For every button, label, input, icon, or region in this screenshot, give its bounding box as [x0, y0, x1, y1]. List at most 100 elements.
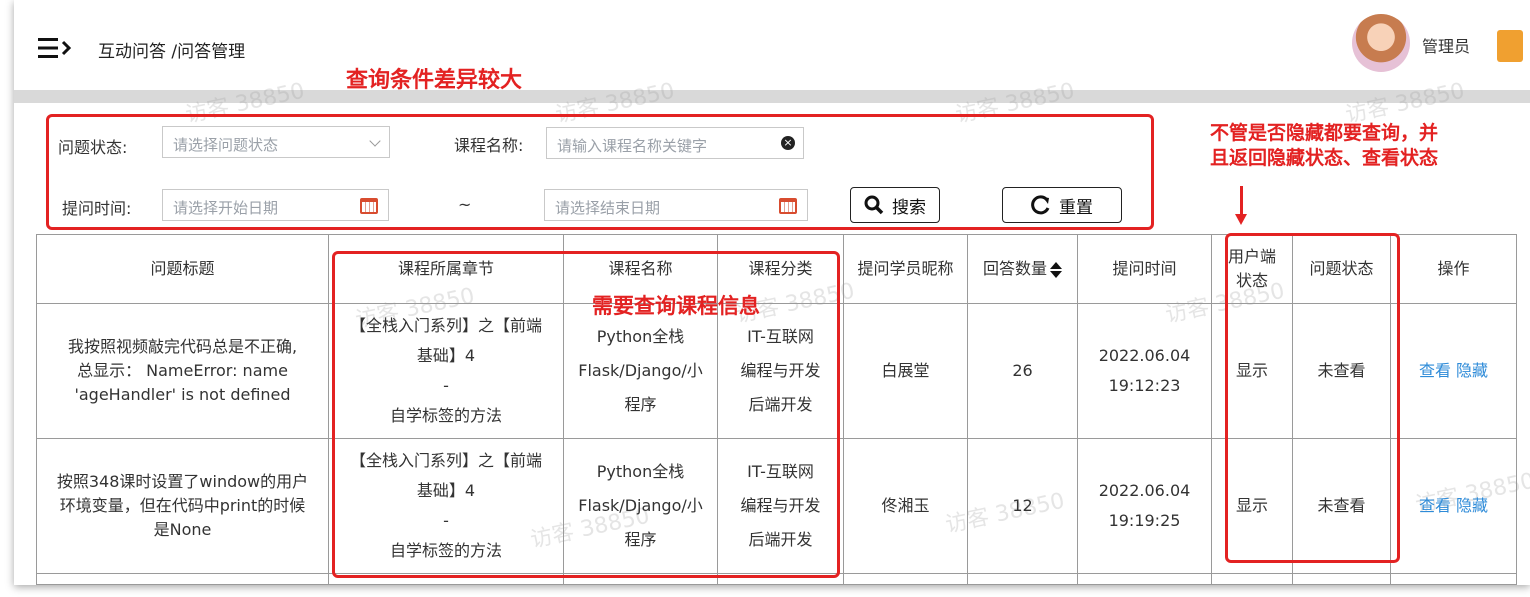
annotation-arrow [1240, 186, 1243, 216]
course-line: Python全栈 [596, 327, 685, 346]
avatar[interactable] [1352, 14, 1410, 72]
student-cell: 白展堂 [843, 303, 968, 439]
column-header-user-status: 用户端 状态 [1211, 234, 1293, 304]
view-link[interactable]: 查看 [1419, 496, 1451, 515]
category-line: 后端开发 [748, 395, 813, 414]
column-header-answers[interactable]: 回答数量 [967, 234, 1078, 304]
column-header-time: 提问时间 [1077, 234, 1212, 304]
hide-link[interactable]: 隐藏 [1456, 361, 1488, 380]
empty-cell [967, 573, 1078, 585]
question-title-line: 是None [153, 520, 212, 539]
question-title-line: 我按照视频敲完代码总是不正确, [67, 337, 298, 356]
reset-button[interactable]: 重置 [1002, 187, 1122, 223]
chapter-line: - [443, 376, 449, 395]
user-status-header-line1: 用户端 [1227, 247, 1276, 266]
question-title-line: 'ageHandler' is not defined [74, 385, 291, 404]
end-date-placeholder: 请选择结束日期 [555, 199, 661, 217]
chevron-down-icon [369, 135, 381, 147]
date-text: 2022.06.04 [1098, 481, 1191, 500]
calendar-icon[interactable] [360, 198, 378, 214]
empty-cell [1390, 573, 1517, 585]
time-text: 19:19:25 [1108, 511, 1181, 530]
chapter-cell: 【全栈入门系列】之【前端 基础】4 - 自学标签的方法 [328, 438, 564, 574]
search-button[interactable]: 搜索 [850, 187, 940, 223]
category-line: 后端开发 [748, 530, 813, 549]
app-window: 互动问答 /问答管理 管理员 访客 38850 访客 38850 访客 3885… [14, 0, 1530, 585]
search-icon [864, 195, 884, 215]
question-title-line: 环境变量，但在代码中print的时候 [59, 496, 306, 515]
course-line: Python全栈 [596, 462, 685, 481]
empty-cell [1077, 573, 1212, 585]
empty-cell [1292, 573, 1391, 585]
status-filter-label: 问题状态: [58, 138, 128, 157]
question-title-cell: 我按照视频敲完代码总是不正确, 总显示： NameError: name 'ag… [36, 303, 329, 439]
user-status-cell: 显示 [1211, 438, 1293, 574]
chapter-line: 基础】4 [416, 346, 476, 365]
annotation-arrow-head [1235, 214, 1247, 225]
time-filter-label: 提问时间: [62, 199, 132, 218]
search-button-label: 搜索 [892, 197, 926, 218]
calendar-icon[interactable] [779, 198, 797, 214]
course-filter-label: 课程名称: [454, 136, 524, 155]
view-link[interactable]: 查看 [1419, 361, 1451, 380]
column-header-question-status: 问题状态 [1292, 234, 1391, 304]
student-cell: 佟湘玉 [843, 438, 968, 574]
course-cell: Python全栈 Flask/Django/小 程序 [563, 303, 718, 439]
menu-toggle-icon[interactable] [38, 37, 74, 59]
question-table: 问题标题 课程所属章节 课程名称 课程分类 提问学员昵称 回答数量 提问时间 用… [36, 234, 1517, 585]
annotation-hidden-note-line2: 且返回隐藏状态、查看状态 [1210, 147, 1439, 169]
status-select[interactable]: 请选择问题状态 [162, 126, 390, 158]
chapter-cell: 【全栈入门系列】之【前端 基础】4 - 自学标签的方法 [328, 303, 564, 439]
user-name[interactable]: 管理员 [1422, 33, 1470, 57]
end-date-input[interactable]: 请选择结束日期 [544, 189, 808, 221]
breadcrumb: 互动问答 /问答管理 [98, 42, 246, 62]
annotation-course-note: 需要查询课程信息 [592, 293, 760, 318]
question-title-line: 总显示： NameError: name [77, 361, 288, 380]
chapter-line: 【全栈入门系列】之【前端 [349, 316, 542, 335]
table-row-partial [36, 573, 1517, 585]
refresh-icon [1031, 195, 1050, 215]
table-row: 我按照视频敲完代码总是不正确, 总显示： NameError: name 'ag… [36, 303, 1517, 439]
question-title-line: 按照348课时设置了window的用户 [56, 472, 309, 491]
table-header-row: 问题标题 课程所属章节 课程名称 课程分类 提问学员昵称 回答数量 提问时间 用… [36, 234, 1517, 304]
time-cell: 2022.06.04 19:19:25 [1077, 438, 1212, 574]
empty-cell [563, 573, 718, 585]
course-cell: Python全栈 Flask/Django/小 程序 [563, 438, 718, 574]
date-range-separator: ~ [458, 195, 472, 214]
annotation-hidden-note-line1: 不管是否隐藏都要查询，并 [1210, 122, 1439, 144]
actions-cell: 查看 隐藏 [1390, 303, 1517, 439]
answers-cell: 12 [967, 438, 1078, 574]
chapter-line: - [443, 511, 449, 530]
time-text: 19:12:23 [1108, 376, 1181, 395]
category-line: IT-互联网 [747, 462, 814, 481]
column-header-student: 提问学员昵称 [843, 234, 968, 304]
clear-icon[interactable]: × [781, 136, 795, 150]
question-status-cell: 未查看 [1292, 303, 1391, 439]
chapter-line: 自学标签的方法 [389, 406, 502, 425]
date-text: 2022.06.04 [1098, 346, 1191, 365]
column-header-chapter: 课程所属章节 [328, 234, 564, 304]
category-line: 编程与开发 [740, 496, 821, 515]
sort-icon[interactable] [1050, 261, 1062, 279]
top-header: 互动问答 /问答管理 管理员 [14, 0, 1530, 90]
answers-cell: 26 [967, 303, 1078, 439]
category-cell: IT-互联网 编程与开发 后端开发 [717, 303, 844, 439]
hide-link[interactable]: 隐藏 [1456, 496, 1488, 515]
reset-button-label: 重置 [1059, 197, 1093, 218]
course-search-input[interactable]: 请输入课程名称关键字 × [546, 127, 804, 159]
empty-cell [328, 573, 564, 585]
course-line: Flask/Django/小 [578, 361, 703, 380]
start-date-input[interactable]: 请选择开始日期 [162, 189, 389, 221]
empty-cell [843, 573, 968, 585]
course-line: 程序 [624, 530, 657, 549]
chapter-line: 自学标签的方法 [389, 541, 502, 560]
logout-icon[interactable] [1497, 30, 1523, 62]
user-status-cell: 显示 [1211, 303, 1293, 439]
category-line: IT-互联网 [747, 327, 814, 346]
category-line: 编程与开发 [740, 361, 821, 380]
column-header-actions: 操作 [1390, 234, 1517, 304]
empty-cell [1211, 573, 1293, 585]
user-status-header-line2: 状态 [1235, 271, 1268, 290]
chapter-line: 【全栈入门系列】之【前端 [349, 451, 542, 470]
start-date-placeholder: 请选择开始日期 [173, 199, 279, 217]
